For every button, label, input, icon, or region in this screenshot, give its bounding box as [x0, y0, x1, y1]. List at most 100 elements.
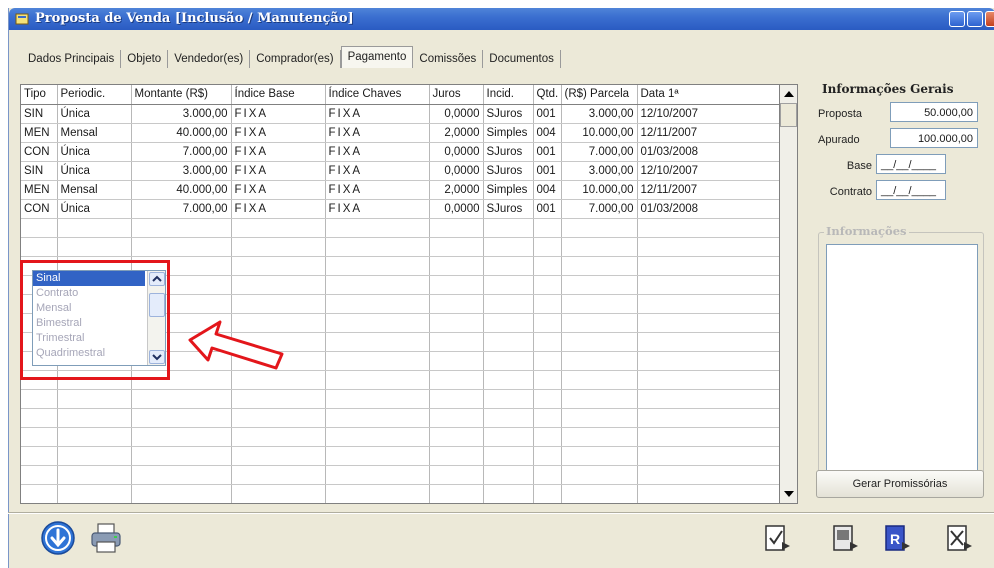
col-periodicidade[interactable]: Periodic. — [57, 85, 132, 105]
empty-table-cell[interactable] — [57, 408, 132, 428]
col-juros[interactable]: Juros — [429, 85, 484, 105]
empty-table-cell[interactable] — [561, 370, 638, 390]
table-cell[interactable]: 3.000,00 — [561, 161, 638, 181]
table-cell[interactable]: 12/10/2007 — [637, 161, 779, 181]
table-cell[interactable]: 7.000,00 — [131, 199, 232, 219]
empty-table-cell[interactable] — [561, 256, 638, 276]
table-cell[interactable]: 12/11/2007 — [637, 123, 779, 143]
table-cell[interactable]: 12/10/2007 — [637, 104, 779, 124]
empty-table-cell[interactable] — [637, 351, 779, 371]
empty-table-cell[interactable] — [637, 275, 779, 295]
tab-dados-principais[interactable]: Dados Principais — [22, 50, 122, 68]
empty-table-cell[interactable] — [561, 237, 638, 257]
empty-table-cell[interactable] — [483, 313, 534, 333]
tab-documentos[interactable]: Documentos — [483, 50, 561, 68]
table-cell[interactable]: 40.000,00 — [131, 180, 232, 200]
empty-table-cell[interactable] — [429, 484, 484, 503]
table-row[interactable]: MEN Mensal 40.000,00 FIXA FIXA 2,0000 Simples 0… — [21, 123, 779, 143]
table-cell[interactable]: FIXA — [231, 161, 326, 181]
empty-table-cell[interactable] — [57, 446, 132, 466]
empty-table-cell[interactable] — [325, 408, 430, 428]
tab-objeto[interactable]: Objeto — [121, 50, 169, 68]
empty-table-cell[interactable] — [637, 408, 779, 428]
empty-table-cell[interactable] — [231, 389, 326, 409]
table-cell[interactable]: 001 — [533, 161, 562, 181]
empty-table-cell[interactable] — [533, 389, 562, 409]
table-cell[interactable]: 12/11/2007 — [637, 180, 779, 200]
table-cell[interactable]: FIXA — [231, 123, 326, 143]
empty-table-cell[interactable] — [561, 351, 638, 371]
empty-table-cell[interactable] — [483, 465, 534, 485]
grid-scrollbar[interactable] — [780, 84, 798, 504]
empty-table-cell[interactable] — [561, 313, 638, 333]
empty-table-row[interactable] — [21, 218, 779, 238]
empty-table-cell[interactable] — [637, 313, 779, 333]
empty-table-cell[interactable] — [637, 332, 779, 352]
table-cell[interactable]: FIXA — [325, 104, 430, 124]
tab-compradores[interactable]: Comprador(es) — [250, 50, 341, 68]
table-cell[interactable]: 3.000,00 — [131, 104, 232, 124]
table-cell[interactable]: 001 — [533, 199, 562, 219]
empty-table-cell[interactable] — [637, 218, 779, 238]
table-cell[interactable]: SJuros — [483, 199, 534, 219]
empty-table-cell[interactable] — [21, 427, 58, 447]
empty-table-cell[interactable] — [231, 465, 326, 485]
empty-table-cell[interactable] — [561, 446, 638, 466]
empty-table-cell[interactable] — [561, 275, 638, 295]
empty-table-cell[interactable] — [131, 427, 232, 447]
table-cell[interactable]: 2,0000 — [429, 123, 484, 143]
tab-comissoes[interactable]: Comissões — [413, 50, 484, 68]
table-cell[interactable]: FIXA — [231, 104, 326, 124]
empty-table-cell[interactable] — [231, 237, 326, 257]
table-cell[interactable]: SIN — [21, 104, 58, 124]
empty-table-cell[interactable] — [131, 408, 232, 428]
empty-table-cell[interactable] — [429, 389, 484, 409]
table-cell[interactable]: SJuros — [483, 161, 534, 181]
base-date-field[interactable]: __/__/____ — [876, 154, 946, 174]
table-cell[interactable]: FIXA — [325, 161, 430, 181]
empty-table-cell[interactable] — [483, 370, 534, 390]
empty-table-cell[interactable] — [21, 218, 58, 238]
col-montante[interactable]: Montante (R$) — [131, 85, 232, 105]
table-cell[interactable]: CON — [21, 142, 58, 162]
table-cell[interactable]: SIN — [21, 161, 58, 181]
empty-table-cell[interactable] — [561, 294, 638, 314]
empty-table-cell[interactable] — [325, 237, 430, 257]
table-cell[interactable]: 7.000,00 — [131, 142, 232, 162]
table-row[interactable]: SIN Única 3.000,00 FIXA FIXA 0,0000 SJuros 001 3… — [21, 161, 779, 181]
empty-table-cell[interactable] — [21, 465, 58, 485]
empty-table-cell[interactable] — [483, 446, 534, 466]
col-data[interactable]: Data 1ª — [637, 85, 779, 105]
table-cell[interactable]: Simples — [483, 180, 534, 200]
empty-table-cell[interactable] — [533, 408, 562, 428]
empty-table-cell[interactable] — [325, 446, 430, 466]
empty-table-cell[interactable] — [483, 237, 534, 257]
empty-table-cell[interactable] — [637, 389, 779, 409]
empty-table-cell[interactable] — [429, 237, 484, 257]
empty-table-cell[interactable] — [561, 332, 638, 352]
col-quantidade[interactable]: Qtd. — [533, 85, 562, 105]
table-cell[interactable]: Mensal — [57, 180, 132, 200]
empty-table-cell[interactable] — [57, 427, 132, 447]
printer-icon[interactable] — [88, 520, 124, 556]
empty-table-cell[interactable] — [21, 446, 58, 466]
empty-table-cell[interactable] — [483, 408, 534, 428]
table-cell[interactable]: FIXA — [325, 142, 430, 162]
empty-table-cell[interactable] — [325, 332, 430, 352]
table-cell[interactable]: Única — [57, 142, 132, 162]
table-cell[interactable]: 0,0000 — [429, 142, 484, 162]
empty-table-cell[interactable] — [325, 218, 430, 238]
empty-table-cell[interactable] — [231, 294, 326, 314]
down-arrow-circle-icon[interactable] — [40, 520, 76, 556]
empty-table-cell[interactable] — [325, 484, 430, 503]
empty-table-cell[interactable] — [533, 313, 562, 333]
empty-table-cell[interactable] — [533, 370, 562, 390]
table-cell[interactable]: 01/03/2008 — [637, 142, 779, 162]
empty-table-cell[interactable] — [325, 256, 430, 276]
table-cell[interactable]: FIXA — [325, 180, 430, 200]
tab-pagamento[interactable]: Pagamento — [340, 46, 414, 68]
maximize-button[interactable] — [967, 11, 983, 27]
empty-table-cell[interactable] — [231, 256, 326, 276]
empty-table-row[interactable] — [21, 484, 779, 503]
table-cell[interactable]: 40.000,00 — [131, 123, 232, 143]
